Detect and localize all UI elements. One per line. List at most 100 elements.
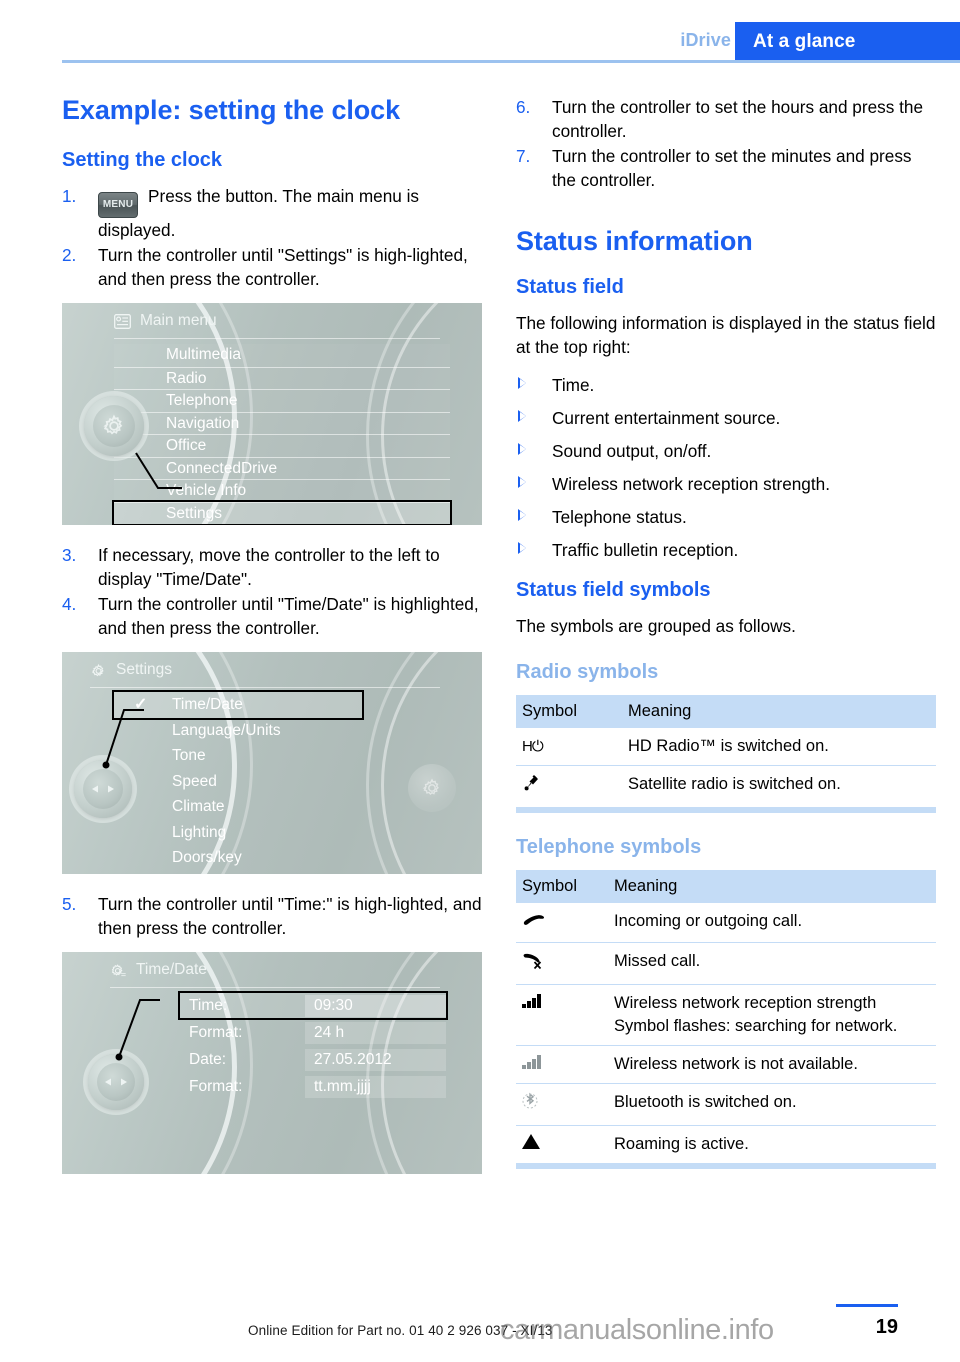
status-field-items: Time. Current entertainment source. Soun… <box>516 373 936 562</box>
step-number: 5. <box>62 894 77 915</box>
phone-handset-icon <box>516 903 608 944</box>
table-row: H⏻ HD Radio™ is switched on. <box>516 728 936 767</box>
telephone-symbols-table: Symbol Meaning Incoming or outgoing call… <box>516 870 936 1170</box>
steps-list-3: 5. Turn the controller until "Time:" is … <box>62 892 482 940</box>
step-item-3: 3. If necessary, move the controller to … <box>62 543 482 591</box>
table-row: Wireless network is not available. <box>516 1045 936 1085</box>
bluetooth-icon <box>516 1083 608 1127</box>
triangle-bullet-icon <box>518 443 526 456</box>
list-item-label: Traffic bulletin reception. <box>552 540 739 561</box>
triangle-bullet-icon <box>518 377 526 390</box>
screenshot-time-date: Time/Date Time: 09:30 Format: 24 h Date:… <box>62 952 482 1175</box>
step-text: Turn the controller until "Time:" is hig… <box>98 894 482 939</box>
triangle-bullet-icon <box>518 542 526 555</box>
section-title-status-information: Status information <box>516 226 753 256</box>
table-row: Satellite radio is switched on. <box>516 765 936 814</box>
cell-meaning: Wireless network is not available. <box>608 1045 936 1085</box>
page-header: iDrive At a glance <box>0 0 960 63</box>
steps-list-1: 1. MENU Press the button. The main menu i… <box>62 184 482 291</box>
step-text: Turn the controller to set the minutes a… <box>552 146 912 190</box>
page-title: Example: setting the clock <box>62 95 400 125</box>
step-text: Turn the controller to set the hours and… <box>552 97 924 141</box>
steps-list-2: 3. If necessary, move the controller to … <box>62 543 482 640</box>
list-item: Wireless network reception strength. <box>516 472 936 496</box>
header-tab-idrive[interactable]: iDrive <box>680 30 731 51</box>
missed-call-icon <box>516 942 608 986</box>
cell-meaning: Roaming is active. <box>608 1125 936 1170</box>
step-text: If necessary, move the controller to the… <box>98 545 440 590</box>
step-text: Turn the controller until "Settings" is … <box>98 245 468 290</box>
cell-meaning: Bluetooth is switched on. <box>608 1083 936 1127</box>
step-number: 1. <box>62 186 77 207</box>
cell-meaning: Missed call. <box>608 942 936 986</box>
left-column: Example: setting the clock Setting the c… <box>62 95 482 1192</box>
page-footer: Online Edition for Part no. 01 40 2 926 … <box>0 1292 960 1362</box>
step-item-2: 2. Turn the controller until "Settings" … <box>62 243 482 291</box>
screenshot-main-menu: Main menu Multimedia Radio Telephone Nav… <box>62 303 482 526</box>
subsection-title-setting-the-clock: Setting the clock <box>62 149 223 172</box>
list-item: Time. <box>516 373 936 397</box>
list-item-label: Telephone status. <box>552 507 687 528</box>
screenshot-settings: Settings ✓ Time/Date Language/Units Tone… <box>62 652 482 875</box>
hd-radio-icon: H⏻ <box>516 728 622 767</box>
cell-meaning: Wireless network reception strength Symb… <box>608 984 936 1047</box>
satellite-radio-icon <box>516 765 622 814</box>
cell-meaning: HD Radio™ is switched on. <box>622 728 936 767</box>
step-item-1: 1. MENU Press the button. The main menu i… <box>62 184 482 242</box>
list-item-label: Sound output, on/off. <box>552 441 712 462</box>
radio-symbols-table: Symbol Meaning H⏻ HD Radio™ is switched … <box>516 695 936 814</box>
step-number: 2. <box>62 245 77 266</box>
triangle-bullet-icon <box>518 509 526 522</box>
triangle-bullet-icon <box>518 476 526 489</box>
step-item-4: 4. Turn the controller until "Time/Date"… <box>62 592 482 640</box>
header-divider <box>62 60 960 63</box>
signal-bars-gray-icon <box>516 1045 608 1085</box>
column-header-symbol: Symbol <box>516 695 622 729</box>
step-item-6: 6. Turn the controller to set the hours … <box>516 95 936 143</box>
leader-line <box>135 452 182 490</box>
table-row: Incoming or outgoing call. <box>516 903 936 944</box>
subsection-title-status-field-symbols: Status field symbols <box>516 579 711 602</box>
page-number: 19 <box>875 1316 898 1338</box>
list-item: Traffic bulletin reception. <box>516 538 936 562</box>
steps-list-right: 6. Turn the controller to set the hours … <box>516 95 936 192</box>
table-row: Roaming is active. <box>516 1125 936 1170</box>
list-item: Sound output, on/off. <box>516 439 936 463</box>
list-item: Current entertainment source. <box>516 406 936 430</box>
step-number: 4. <box>62 594 77 615</box>
step-item-7: 7. Turn the controller to set the minute… <box>516 144 936 192</box>
table-header-row: Symbol Meaning <box>516 695 936 729</box>
signal-bars-icon <box>516 984 608 1047</box>
header-tab-at-a-glance[interactable]: At a glance <box>735 22 960 62</box>
menu-button-icon[interactable]: MENU <box>98 192 138 219</box>
step-number: 3. <box>62 545 77 566</box>
group-title-telephone-symbols: Telephone symbols <box>516 836 702 859</box>
group-title-radio-symbols: Radio symbols <box>516 661 659 684</box>
triangle-bullet-icon <box>518 410 526 423</box>
leader-line <box>102 709 144 769</box>
table-row: Bluetooth is switched on. <box>516 1083 936 1127</box>
table-header-row: Symbol Meaning <box>516 870 936 904</box>
page-number-rule <box>836 1304 898 1307</box>
leader-line <box>115 999 160 1061</box>
table-row: Missed call. <box>516 942 936 986</box>
column-header-meaning: Meaning <box>622 695 936 729</box>
step-item-5: 5. Turn the controller until "Time:" is … <box>62 892 482 940</box>
list-item-label: Current entertainment source. <box>552 408 781 429</box>
list-item-label: Wireless network reception strength. <box>552 474 830 495</box>
subsection-title-status-field: Status field <box>516 276 624 299</box>
column-header-meaning: Meaning <box>608 870 936 904</box>
step-number: 7. <box>516 146 531 166</box>
cell-meaning: Incoming or outgoing call. <box>608 903 936 944</box>
step-number: 6. <box>516 97 531 117</box>
list-item-label: Time. <box>552 375 595 396</box>
table-row: Wireless network reception strength Symb… <box>516 984 936 1047</box>
column-header-symbol: Symbol <box>516 870 608 904</box>
list-item: Telephone status. <box>516 505 936 529</box>
right-column: 6. Turn the controller to set the hours … <box>516 95 936 1191</box>
cell-meaning: Satellite radio is switched on. <box>622 765 936 814</box>
step-text: Turn the controller until "Time/Date" is… <box>98 594 479 639</box>
watermark: carmanualsonline.info <box>500 1314 774 1346</box>
roaming-triangle-icon <box>516 1125 608 1170</box>
status-field-symbols-intro: The symbols are grouped as follows. <box>516 616 796 637</box>
